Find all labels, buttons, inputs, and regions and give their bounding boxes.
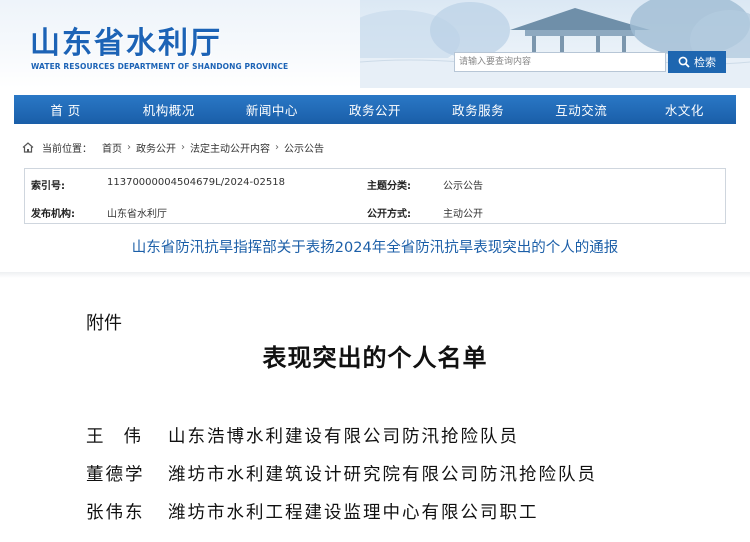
section-divider	[0, 272, 750, 278]
search-button-label: 检索	[694, 56, 716, 69]
person-description: 潍坊市水利工程建设监理中心有限公司职工	[168, 503, 539, 523]
list-item: 王伟 山东浩博水利建设有限公司防汛抢险队员	[86, 423, 519, 448]
site-title: 山东省水利厅	[30, 26, 222, 61]
chevron-right-icon: ›	[275, 141, 279, 153]
person-description: 山东浩博水利建设有限公司防汛抢险队员	[168, 427, 519, 447]
meta-row: 发布机构: 山东省水利厅 公开方式: 主动公开	[25, 197, 725, 225]
attachment-label: 附件	[86, 313, 122, 334]
attachment-title: 表现突出的个人名单	[262, 343, 488, 372]
search-input[interactable]: 请输入要查询内容	[454, 52, 666, 72]
topic-label: 主题分类:	[367, 181, 411, 192]
person-name: 张伟东	[86, 503, 145, 523]
person-description: 潍坊市水利建筑设计研究院有限公司防汛抢险队员	[168, 465, 597, 485]
disclosure-value: 主动公开	[443, 209, 483, 220]
index-label: 索引号:	[31, 181, 65, 192]
index-value: 11370000004504679L/2024-02518	[107, 177, 285, 188]
nav-item-news[interactable]: 新闻中心	[220, 95, 323, 124]
list-item: 张伟东 潍坊市水利工程建设监理中心有限公司职工	[86, 499, 539, 524]
breadcrumb-item-gov-affairs[interactable]: 政务公开	[136, 140, 176, 155]
search-icon	[678, 56, 690, 68]
breadcrumb-item-announcements[interactable]: 公示公告	[284, 140, 324, 155]
chevron-right-icon: ›	[181, 141, 185, 153]
breadcrumb: 当前位置： 首页 › 政务公开 › 法定主动公开内容 › 公示公告	[14, 135, 736, 159]
home-icon	[22, 141, 38, 153]
nav-item-water-culture[interactable]: 水文化	[633, 95, 736, 124]
breadcrumb-item-statutory[interactable]: 法定主动公开内容	[190, 140, 270, 155]
banner-scenery-image	[360, 0, 750, 88]
topic-value: 公示公告	[443, 181, 483, 192]
document-meta-table: 索引号: 11370000004504679L/2024-02518 主题分类:…	[24, 168, 726, 224]
nav-item-interaction[interactable]: 互动交流	[530, 95, 633, 124]
nav-item-gov-services[interactable]: 政务服务	[427, 95, 530, 124]
issuer-value: 山东省水利厅	[107, 209, 167, 220]
site-subtitle: WATER RESOURCES DEPARTMENT OF SHANDONG P…	[31, 62, 289, 71]
header-banner: 山东省水利厅 WATER RESOURCES DEPARTMENT OF SHA…	[0, 0, 750, 88]
chevron-right-icon: ›	[127, 141, 131, 153]
list-item: 董德学 潍坊市水利建筑设计研究院有限公司防汛抢险队员	[86, 461, 597, 486]
nav-item-gov-affairs[interactable]: 政务公开	[323, 95, 426, 124]
nav-item-organization[interactable]: 机构概况	[117, 95, 220, 124]
disclosure-label: 公开方式:	[367, 209, 411, 220]
issuer-label: 发布机构:	[31, 209, 75, 220]
meta-row: 索引号: 11370000004504679L/2024-02518 主题分类:…	[25, 169, 725, 197]
breadcrumb-item-home[interactable]: 首页	[102, 140, 122, 155]
breadcrumb-label: 当前位置：	[42, 143, 92, 155]
main-nav: 首 页 机构概况 新闻中心 政务公开 政务服务 互动交流 水文化	[14, 95, 736, 124]
nav-item-home[interactable]: 首 页	[14, 95, 117, 124]
person-name: 王伟	[86, 427, 161, 447]
article-title: 山东省防汛抗旱指挥部关于表扬2024年全省防汛抗旱表现突出的个人的通报	[131, 240, 619, 256]
person-name: 董德学	[86, 465, 145, 485]
search-button[interactable]: 检索	[668, 51, 726, 73]
